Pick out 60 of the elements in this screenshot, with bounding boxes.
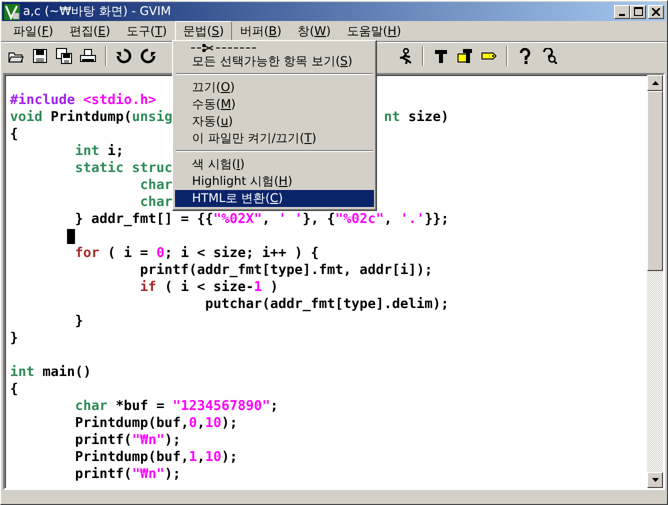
vertical-scrollbar[interactable] (647, 75, 663, 488)
menu-item[interactable]: 도움말(H) (338, 21, 410, 42)
menu-option[interactable]: 이 파일만 켜기/끄기(T) (175, 130, 374, 147)
minimize-button[interactable] (614, 4, 630, 18)
hammer-icon (433, 48, 449, 64)
code-line: char *buf = "1234567890"; (74, 398, 278, 415)
window-title: a,c (~₩바탕 화면) - GVIM (23, 3, 172, 20)
close-icon (652, 8, 660, 16)
menu-option[interactable]: 색 시험(I) (175, 156, 374, 173)
code-line: static struc (74, 160, 173, 177)
printer-icon (80, 48, 96, 64)
down-arrow-icon (652, 478, 658, 482)
maximize-icon (634, 7, 642, 16)
code-line: char (139, 194, 173, 211)
code-line: printf("₩n"); (74, 466, 181, 483)
code-line: #include <stdio.h> (10, 92, 156, 109)
scroll-up-button[interactable] (647, 75, 663, 91)
menu-option[interactable]: 끄기(O) (175, 79, 374, 96)
code-line: printf(addr_fmt[type].fmt, addr[i]); (139, 262, 433, 279)
code-line: { (10, 381, 18, 398)
code-line: for ( i = 0; i < size; i++ ) { (74, 245, 319, 262)
scroll-down-button[interactable] (647, 472, 663, 488)
code-line: } (74, 313, 84, 330)
menu-option[interactable]: Highlight 시험(H) (175, 173, 374, 190)
close-button[interactable] (648, 4, 664, 18)
menu-option[interactable]: 모든 선택가능한 항목 보기(S) (175, 53, 374, 70)
find-help-icon (541, 48, 557, 64)
menu-item[interactable]: 파일(F) (5, 21, 62, 42)
code-line: } (10, 330, 18, 347)
code-line: char (139, 177, 173, 194)
help-icon (517, 48, 533, 64)
menu-option[interactable]: 수동(M) (175, 96, 374, 113)
code-line: Printdump(buf,0,10); (74, 415, 238, 432)
code-fragment: void Printdump(unsig (10, 109, 173, 125)
code-line: printf("₩n"); (74, 432, 181, 449)
floppy-disks-icon (56, 48, 72, 64)
text-cursor (66, 229, 75, 244)
menu-item[interactable]: 버퍼(B) (232, 21, 290, 42)
redo-icon (140, 48, 156, 64)
menu-option[interactable]: HTML로 변환(C) (175, 190, 374, 207)
code-line: } addr_fmt[] = {{"%02X", ' '}, {"%02c", '.'}}; (74, 211, 449, 228)
code-fragment: nt size) (384, 109, 449, 125)
running-figure-icon (397, 48, 413, 64)
up-arrow-icon (652, 81, 658, 85)
code-line: { (10, 126, 18, 143)
menu-item[interactable]: 편집(E) (61, 21, 118, 42)
scroll-thumb[interactable] (647, 91, 663, 271)
undo-icon (116, 48, 132, 64)
hammer-tag-icon (457, 48, 473, 64)
code-line: int i; (74, 143, 124, 160)
menu-item[interactable]: 창(W) (290, 21, 339, 42)
code-line: if ( i < size-1 ) (139, 279, 278, 296)
menu-item[interactable]: 도구(T) (118, 21, 175, 42)
maximize-button[interactable] (630, 4, 646, 18)
app-icon (4, 4, 20, 20)
minimize-icon (619, 14, 625, 16)
code-line: int main() (10, 364, 92, 381)
code-line: Printdump(buf,1,10); (74, 449, 238, 466)
code-line: putchar(addr_fmt[type].delim); (204, 296, 449, 313)
menu-option[interactable]: 자동(u) (175, 113, 374, 130)
